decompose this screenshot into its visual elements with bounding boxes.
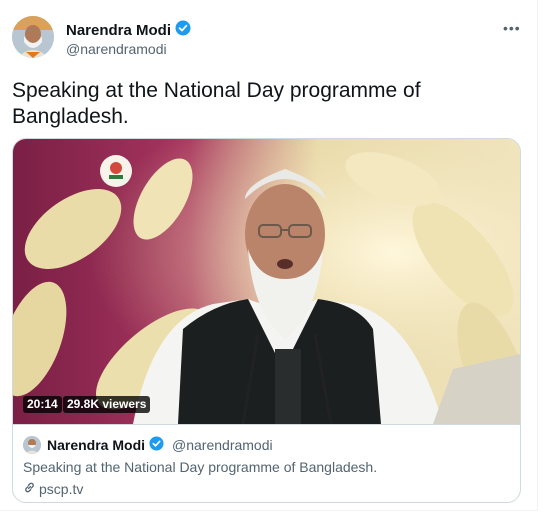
tweet-text: Speaking at the National Day programme o… [12,79,421,128]
video-duration-badge: 20:14 [23,396,62,413]
card-author-handle: @narendramodi [172,437,273,453]
verified-badge-icon [149,436,164,454]
video-player[interactable]: 20:14 29.8K viewers [13,139,520,424]
media-card[interactable]: 20:14 29.8K viewers Narendra Modi @naren… [12,138,521,503]
card-description: Speaking at the National Day programme o… [23,459,378,475]
viewers-count-badge: 29.8K viewers [63,396,151,413]
author-avatar[interactable] [12,16,54,58]
tweet-container: Narendra Modi @narendramodi ••• Speaking… [0,0,538,511]
author-handle[interactable]: @narendramodi [66,41,167,57]
card-link[interactable]: pscp.tv [23,481,83,497]
video-frame [13,139,520,424]
author-name[interactable]: Narendra Modi [66,22,171,39]
card-author-name: Narendra Modi [47,437,146,453]
card-footer[interactable]: Narendra Modi @narendramodi Speaking at … [13,424,520,502]
verified-badge-icon [175,20,191,41]
card-link-text[interactable]: pscp.tv [39,481,83,497]
link-icon [23,481,36,497]
card-avatar [23,436,41,454]
more-options-icon[interactable]: ••• [503,20,521,36]
